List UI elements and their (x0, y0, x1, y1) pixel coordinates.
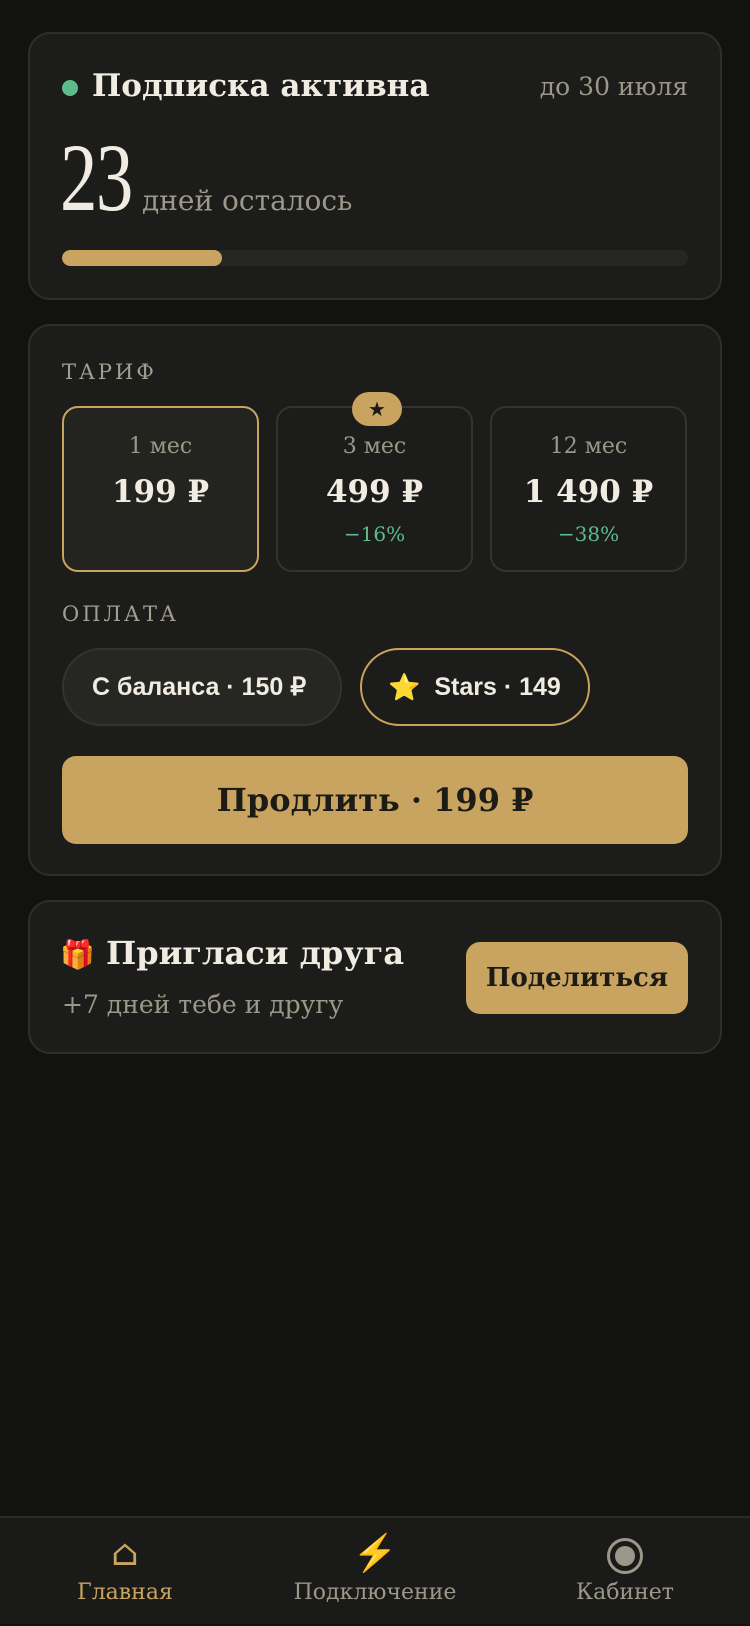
tariff-section-label: ТАРИФ (62, 360, 157, 384)
gift-icon: 🎁 (60, 938, 95, 971)
invite-subtitle: +7 дней тебе и другу (62, 990, 344, 1019)
payment-section-label: ОПЛАТА (62, 602, 179, 626)
plan-price: 499 ₽ (325, 474, 424, 510)
tariff-card: ТАРИФ 1 мес 199 ₽ ★ 3 мес 499 ₽ −16% 12 … (28, 324, 722, 876)
pay-from-balance-button[interactable]: С баланса · 150 ₽ (62, 648, 342, 726)
renew-button[interactable]: Продлить · 199 ₽ (62, 756, 688, 844)
share-button-label: Поделиться (485, 963, 669, 993)
nav-item-home[interactable]: ⌂ Главная (0, 1518, 250, 1626)
invite-title: Пригласи друга (106, 934, 405, 972)
plan-option-12-months[interactable]: 12 мес 1 490 ₽ −38% (490, 406, 687, 572)
popular-star-badge: ★ (352, 392, 402, 426)
bottom-navigation: ⌂ Главная ⚡ Подключение Кабинет (0, 1516, 750, 1624)
days-left-label: дней осталось (142, 184, 353, 217)
plan-price: 199 ₽ (111, 474, 210, 510)
pay-with-stars-label: Stars · 149 (434, 672, 561, 701)
home-icon: ⌂ (111, 1533, 139, 1574)
nav-label-cabinet: Кабинет (576, 1580, 674, 1605)
plan-discount: −16% (343, 522, 406, 546)
plan-period: 1 мес (128, 434, 193, 459)
user-circle-icon (500, 1534, 750, 1574)
plan-discount: −38% (557, 522, 620, 546)
plan-option-3-months[interactable]: ★ 3 мес 499 ₽ −16% (276, 392, 473, 572)
plan-option-1-month[interactable]: 1 мес 199 ₽ (62, 406, 259, 572)
share-button[interactable]: Поделиться (466, 942, 688, 1014)
nav-item-connection[interactable]: ⚡ Подключение (250, 1518, 500, 1626)
status-active-dot (62, 80, 78, 96)
plan-price: 1 490 ₽ (523, 474, 654, 510)
pay-with-stars-button[interactable]: ⭐ Stars · 149 (360, 648, 590, 726)
nav-label-home: Главная (77, 1580, 173, 1605)
status-until-date: до 30 июля (539, 72, 688, 101)
days-left-number: 23 (60, 124, 133, 231)
renew-button-label: Продлить · 199 ₽ (216, 781, 534, 819)
invite-friend-card: 🎁 Пригласи друга +7 дней тебе и другу По… (28, 900, 722, 1054)
star-icon: ⭐ (388, 671, 421, 702)
nav-item-cabinet[interactable]: Кабинет (500, 1518, 750, 1626)
subscription-progress-fill (62, 250, 222, 266)
status-title: Подписка активна (92, 68, 430, 104)
plan-period: 3 мес (342, 434, 407, 459)
plan-period: 12 мес (549, 434, 628, 459)
nav-label-connection: Подключение (293, 1580, 457, 1605)
bolt-icon: ⚡ (352, 1533, 398, 1574)
subscription-status-card: Подписка активна до 30 июля 23 дней оста… (28, 32, 722, 300)
pay-from-balance-label: С баланса · 150 ₽ (92, 673, 307, 701)
subscription-progress-bar (62, 250, 688, 266)
